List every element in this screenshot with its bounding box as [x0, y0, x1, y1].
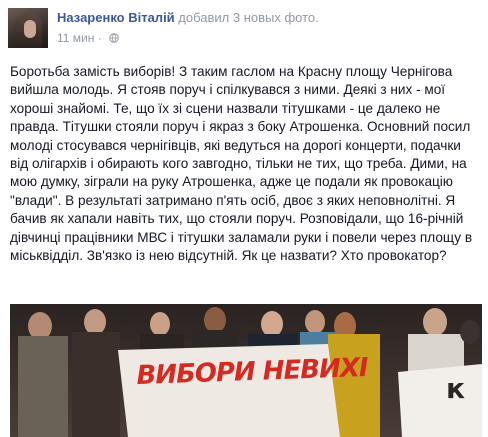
author-avatar[interactable] [8, 8, 48, 48]
post-timestamp-link[interactable]: 11 мин [57, 31, 94, 45]
avatar-face [24, 20, 36, 38]
globe-icon[interactable] [109, 33, 119, 43]
post-action-text: добавил 3 новых фото. [178, 10, 319, 25]
banner-left-text: ВИБОРИ НЕВИХІ [135, 352, 369, 391]
meta-separator: · [97, 31, 102, 45]
post-photo[interactable]: ВИБОРИ НЕВИХІ к [10, 304, 482, 437]
author-name-link[interactable]: Назаренко Віталій [57, 10, 175, 25]
post-header: Назаренко Віталій добавил 3 новых фото. [57, 10, 319, 26]
post-body-text: Боротьба замість виборів! З таким гаслом… [10, 64, 473, 264]
facebook-post: Назаренко Віталій добавил 3 новых фото. … [0, 0, 488, 437]
post-meta: 11 мин · [57, 31, 119, 45]
banner-right-text: к [446, 372, 466, 405]
